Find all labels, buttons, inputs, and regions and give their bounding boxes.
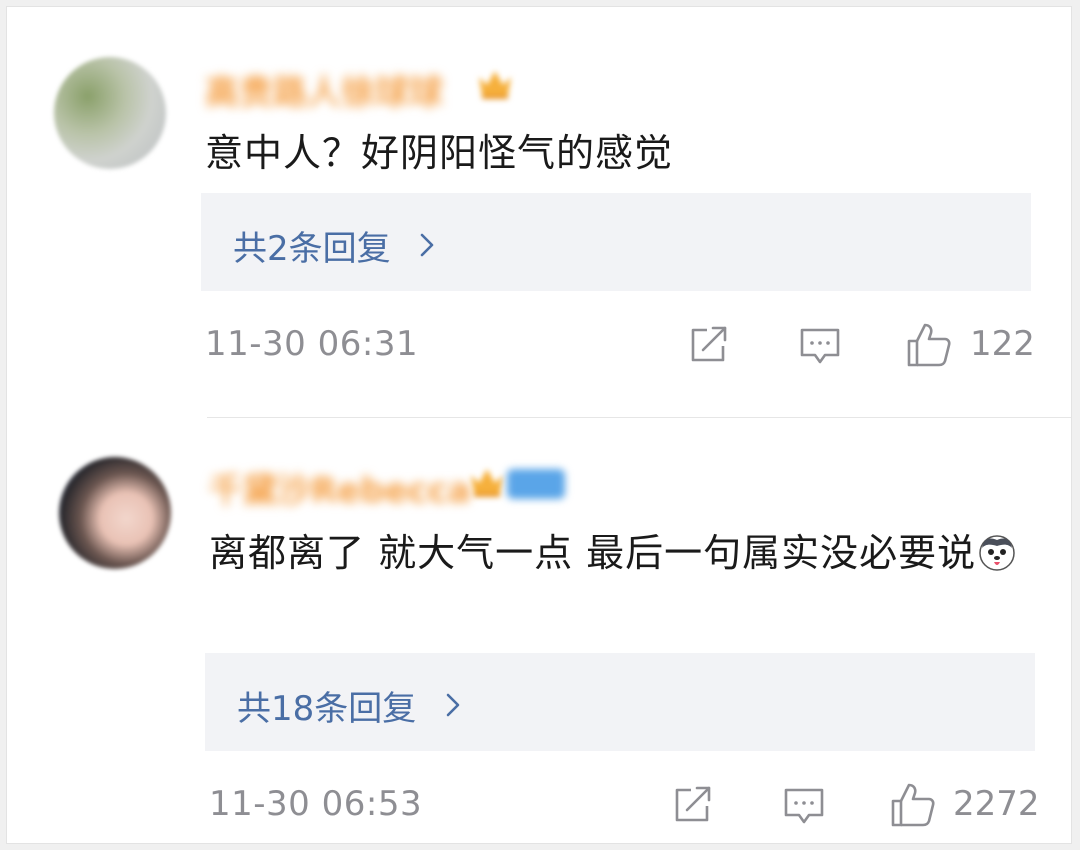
like-count: 122 [970, 324, 1035, 364]
replies-count-text: 共2条回复 [233, 229, 391, 269]
comment-icon[interactable] [783, 787, 825, 827]
chevron-right-icon [421, 233, 434, 257]
level-badge [507, 469, 565, 499]
replies-label: 共2条回复 [233, 221, 435, 270]
thumbs-up-icon[interactable] [889, 781, 937, 829]
comment-icon[interactable] [799, 327, 841, 367]
view-replies-button[interactable]: 共18条回复 [205, 653, 1035, 751]
comment-text: 意中人？好阴阳怪气的感觉 [205, 131, 674, 175]
chevron-right-icon [446, 693, 460, 717]
replies-label: 共18条回复 [237, 681, 461, 730]
avatar[interactable] [59, 457, 171, 569]
view-replies-button[interactable]: 共2条回复 [201, 193, 1031, 291]
username[interactable]: 千黛沙Rebecca [209, 463, 471, 512]
avatar[interactable] [54, 57, 166, 169]
crown-icon [479, 71, 511, 99]
comment-timestamp: 11-30 06:31 [205, 324, 419, 364]
comment-text: 离都离了 就大气一点 最后一句属实没必要说 [209, 525, 1039, 581]
crown-icon [471, 469, 503, 497]
comment-divider [207, 417, 1071, 418]
like-count: 2272 [953, 784, 1040, 824]
share-icon[interactable] [673, 786, 715, 824]
username[interactable]: 高贵路人徐球球 [205, 65, 443, 114]
thumbs-up-icon[interactable] [905, 321, 953, 369]
comment-timestamp: 11-30 06:53 [209, 784, 423, 824]
comment-list: 高贵路人徐球球 意中人？好阴阳怪气的感觉 共2条回复 11-30 06:31 1… [6, 6, 1072, 844]
replies-count-text: 共18条回复 [237, 689, 417, 729]
share-icon[interactable] [689, 326, 731, 364]
comment-text-content: 离都离了 就大气一点 最后一句属实没必要说 [209, 531, 977, 575]
husky-emoji [979, 535, 1015, 571]
